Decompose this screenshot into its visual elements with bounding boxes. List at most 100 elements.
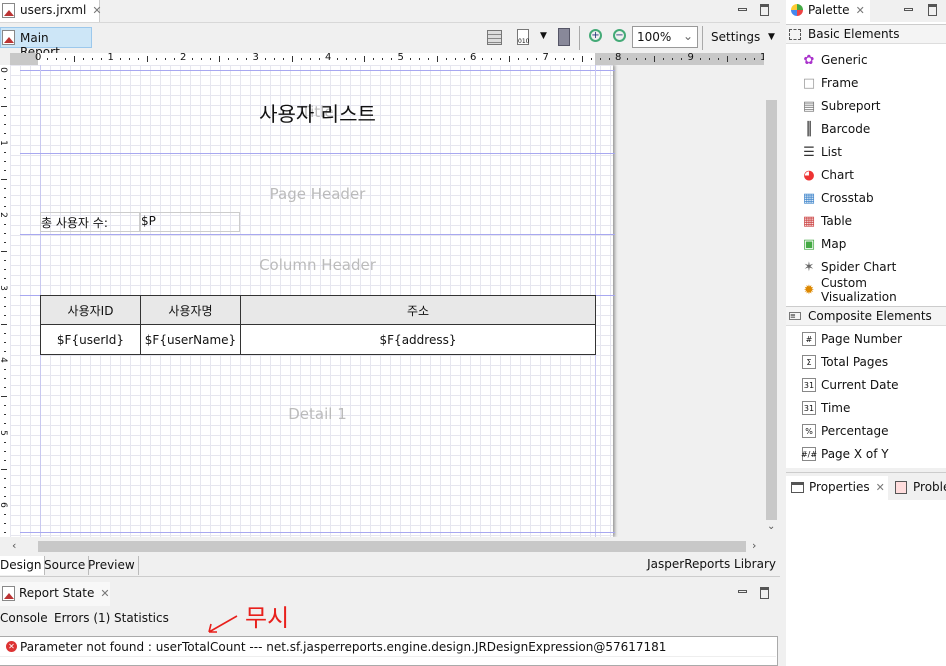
palette-item-frame[interactable]: □ Frame: [802, 73, 859, 93]
tab-users-jrxml[interactable]: users.jrxml ✕: [0, 0, 102, 22]
ruler-tick: [4, 423, 6, 425]
total-users-value[interactable]: $P: [140, 212, 240, 232]
ruler-tick: [83, 58, 85, 60]
bands-icon[interactable]: [487, 30, 502, 45]
ruler-tick: [309, 58, 311, 60]
palette-item-crosstab[interactable]: ▦ Crosstab: [802, 188, 874, 208]
minimize-icon[interactable]: [904, 8, 913, 11]
basic-elements-section[interactable]: Basic Elements: [786, 24, 946, 44]
palette-item-generic[interactable]: ✿ Generic: [802, 50, 868, 70]
composite-elements-section[interactable]: ≡ Composite Elements: [786, 306, 946, 326]
report-state-tab[interactable]: Report State ✕: [0, 582, 110, 606]
palette-item-map[interactable]: ▣ Map: [802, 234, 846, 254]
page-header-band-label: Page Header: [269, 185, 366, 203]
ruler-tick: [527, 58, 529, 60]
spider-chart-icon: ✶: [803, 259, 815, 275]
palette-item-page-number[interactable]: # Page Number: [802, 329, 902, 349]
vertical-scrollbar[interactable]: ⌄: [764, 65, 779, 537]
error-row[interactable]: ✕ Parameter not found : userTotalCount -…: [0, 637, 776, 657]
zoom-select[interactable]: 100% ⌄: [632, 26, 698, 48]
close-icon[interactable]: ✕: [856, 4, 865, 17]
settings-dropdown-icon[interactable]: ▼: [768, 32, 775, 42]
palette-item-chart[interactable]: ◕ Chart: [802, 165, 854, 185]
palette-item-page-x-of-y[interactable]: #/# Page X of Y: [801, 444, 889, 464]
palette-item-total-pages[interactable]: Σ Total Pages: [802, 352, 888, 372]
ruler-tick: [65, 58, 67, 60]
ruler-tick: [518, 58, 520, 60]
dropdown-arrow-icon[interactable]: ▼: [540, 31, 547, 41]
header-cell-user-name[interactable]: 사용자명: [140, 295, 241, 325]
problems-tab[interactable]: Proble: [890, 476, 946, 500]
field-cell-user-id[interactable]: $F{userId}: [40, 324, 141, 355]
ruler-tick: [346, 58, 348, 60]
field-cell-address[interactable]: $F{address}: [240, 324, 596, 355]
scroll-down-icon[interactable]: ⌄: [767, 521, 775, 532]
palette-item-time[interactable]: 31 Time: [802, 398, 850, 418]
scroll-thumb[interactable]: [766, 100, 777, 520]
annotation-text: 무시: [245, 604, 289, 632]
maximize-icon[interactable]: [760, 587, 769, 599]
tab-preview[interactable]: Preview: [85, 556, 139, 575]
ruler-tick: [4, 332, 6, 334]
ruler-tick: [536, 58, 538, 60]
tab-statistics[interactable]: Statistics: [114, 611, 169, 625]
field-cell-user-name[interactable]: $F{userName}: [140, 324, 241, 355]
ruler-tick: [246, 58, 248, 60]
total-users-label[interactable]: 총 사용자 수:: [40, 212, 140, 232]
ruler-tick: [4, 151, 6, 153]
minimize-icon[interactable]: [738, 590, 747, 593]
tab-console[interactable]: Console: [0, 611, 48, 625]
tab-design[interactable]: Design: [0, 556, 46, 575]
palette-item-custom-visualization[interactable]: ✹ Custom Visualization: [802, 276, 946, 304]
ruler-label: 1: [0, 140, 8, 146]
tab-errors[interactable]: Errors (1): [54, 611, 110, 625]
ruler-label: 7: [542, 53, 549, 63]
palette-item-subreport[interactable]: ▤ Subreport: [802, 96, 881, 116]
toolbar-divider: [579, 26, 580, 50]
ruler-tick: [436, 56, 438, 62]
dataset-icon[interactable]: 010: [517, 29, 529, 45]
close-icon[interactable]: ✕: [92, 4, 101, 17]
palette-item-current-date[interactable]: 31 Current Date: [802, 375, 899, 395]
ruler-tick: [4, 242, 6, 244]
properties-title: Properties: [809, 480, 870, 494]
palette-item-spider-chart[interactable]: ✶ Spider Chart: [802, 257, 897, 277]
ruler-tick: [155, 58, 157, 60]
palette-item-percentage[interactable]: % Percentage: [802, 421, 889, 441]
zoom-out-icon[interactable]: −: [613, 29, 626, 42]
problems-icon: [895, 481, 907, 494]
main-report-button[interactable]: Main Report: [0, 27, 92, 59]
properties-tab[interactable]: Properties ✕: [786, 476, 888, 500]
scroll-left-icon[interactable]: ‹: [12, 539, 16, 552]
scroll-right-icon[interactable]: ›: [752, 539, 756, 552]
maximize-icon[interactable]: [928, 4, 937, 16]
palette-item-barcode[interactable]: ║ Barcode: [802, 119, 870, 139]
list-icon: ☰: [803, 144, 815, 160]
ruler-tick: [454, 58, 456, 60]
horizontal-scrollbar[interactable]: ‹ ›: [0, 539, 780, 554]
report-title[interactable]: 사용자 리스트: [20, 98, 615, 127]
ruler-tick: [4, 79, 6, 81]
ruler-tick: [128, 58, 130, 60]
tab-label: users.jrxml: [20, 3, 87, 17]
ruler-tick: [4, 514, 6, 516]
compile-icon[interactable]: [558, 28, 570, 46]
palette-item-table[interactable]: ▦ Table: [802, 211, 852, 231]
zoom-in-icon[interactable]: +: [589, 29, 602, 42]
minimize-icon[interactable]: [738, 8, 747, 11]
maximize-icon[interactable]: [760, 4, 769, 16]
scroll-thumb[interactable]: [38, 541, 746, 552]
palette-tab[interactable]: Palette ✕: [786, 0, 870, 22]
close-icon[interactable]: ✕: [100, 587, 109, 600]
header-cell-user-id[interactable]: 사용자ID: [40, 295, 141, 325]
palette-item-list[interactable]: ☰ List: [802, 142, 842, 162]
ruler-tick: [608, 58, 610, 60]
close-icon[interactable]: ✕: [876, 481, 885, 494]
tab-source[interactable]: Source: [41, 556, 90, 575]
settings-button[interactable]: Settings: [711, 30, 760, 44]
basic-elements-icon: [789, 29, 801, 40]
header-cell-address[interactable]: 주소: [240, 295, 596, 325]
custom-visualization-icon: ✹: [803, 282, 815, 298]
palette-item-label: Page X of Y: [821, 447, 889, 461]
handwritten-annotation: 무시: [208, 604, 289, 633]
